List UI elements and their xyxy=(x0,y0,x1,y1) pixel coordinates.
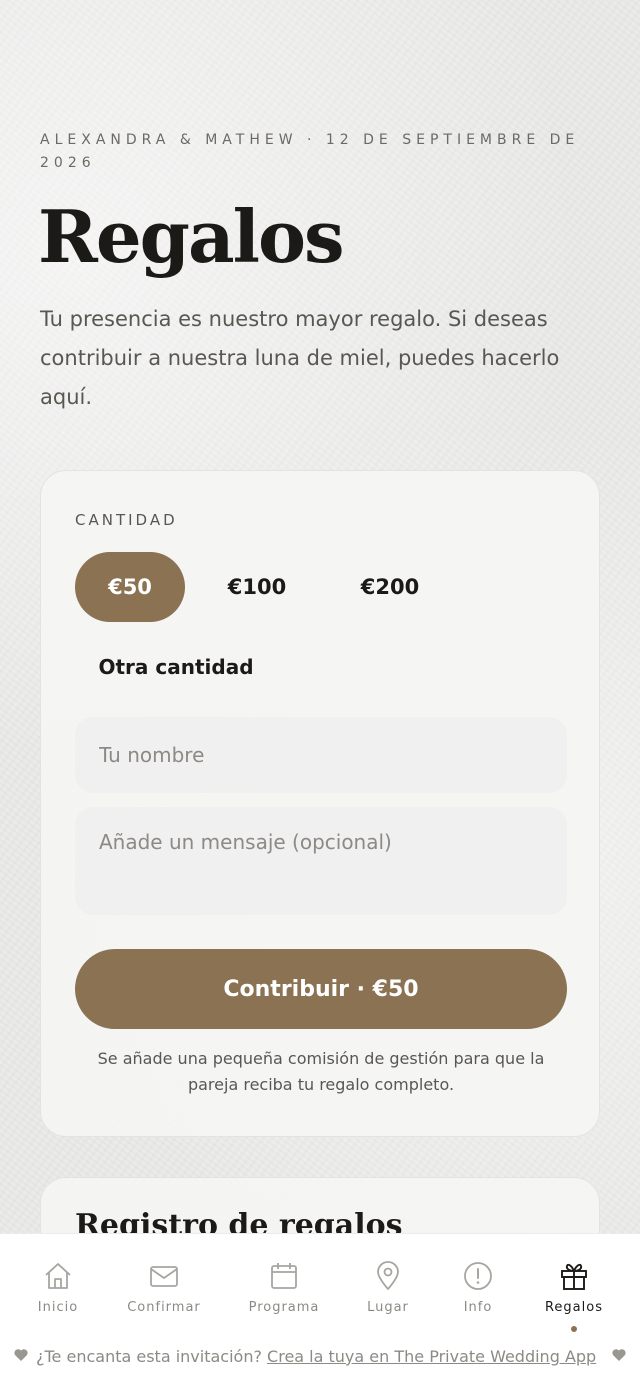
envelope-icon xyxy=(150,1266,178,1287)
tab-label: Lugar xyxy=(367,1300,409,1315)
tab-label: Regalos xyxy=(544,1300,603,1315)
tab-label: Confirmar xyxy=(127,1300,201,1315)
amount-option-100[interactable]: €100 xyxy=(201,552,313,622)
tab-lugar[interactable]: Lugar xyxy=(358,1234,418,1342)
location-pin-icon xyxy=(377,1261,399,1290)
amount-option-other[interactable]: Otra cantidad xyxy=(93,647,259,687)
tab-regalos[interactable]: Regalos xyxy=(538,1234,610,1342)
heart-icon xyxy=(612,1349,626,1361)
bottom-tab-bar: Inicio Confirmar Programa Lugar Info Reg… xyxy=(0,1233,640,1341)
name-input[interactable] xyxy=(75,717,567,793)
tab-confirmar[interactable]: Confirmar xyxy=(122,1234,206,1342)
tab-label: Programa xyxy=(248,1300,320,1315)
tab-label: Inicio xyxy=(37,1300,79,1315)
home-icon xyxy=(45,1263,71,1289)
heart-icon xyxy=(14,1349,28,1361)
amount-label: CANTIDAD xyxy=(75,511,178,529)
calendar-icon xyxy=(271,1263,297,1289)
create-invitation-link[interactable]: Crea la tuya en The Private Wedding App xyxy=(267,1347,596,1366)
amount-option-200[interactable]: €200 xyxy=(333,552,447,622)
fee-note: Se añade una pequeña comisión de gestión… xyxy=(97,1049,545,1094)
amount-option-50[interactable]: €50 xyxy=(75,552,185,622)
active-tab-indicator xyxy=(571,1326,577,1332)
tab-inicio[interactable]: Inicio xyxy=(18,1234,98,1342)
event-eyebrow: ALEXANDRA & MATHEW · 12 DE SEPTIEMBRE DE… xyxy=(40,132,580,171)
footer-text: ¿Te encanta esta invitación? Crea la tuy… xyxy=(36,1341,596,1373)
intro-text: Tu presencia es nuestro mayor regalo. Si… xyxy=(40,307,560,409)
info-icon xyxy=(464,1262,492,1290)
footer-prompt: ¿Te encanta esta invitación? xyxy=(36,1347,262,1366)
tab-info[interactable]: Info xyxy=(448,1234,508,1342)
footer-promo: ¿Te encanta esta invitación? Crea la tuy… xyxy=(0,1341,640,1385)
message-input[interactable] xyxy=(75,807,567,915)
contribute-button[interactable]: Contribuir · €50 xyxy=(75,949,567,1029)
page-title: Regalos xyxy=(38,194,345,279)
gift-icon xyxy=(561,1263,587,1290)
tab-label: Info xyxy=(463,1300,493,1315)
gift-contribution-card: CANTIDAD €50 €100 €200 Otra cantidad Con… xyxy=(40,470,600,1137)
tab-programa[interactable]: Programa xyxy=(240,1234,328,1342)
